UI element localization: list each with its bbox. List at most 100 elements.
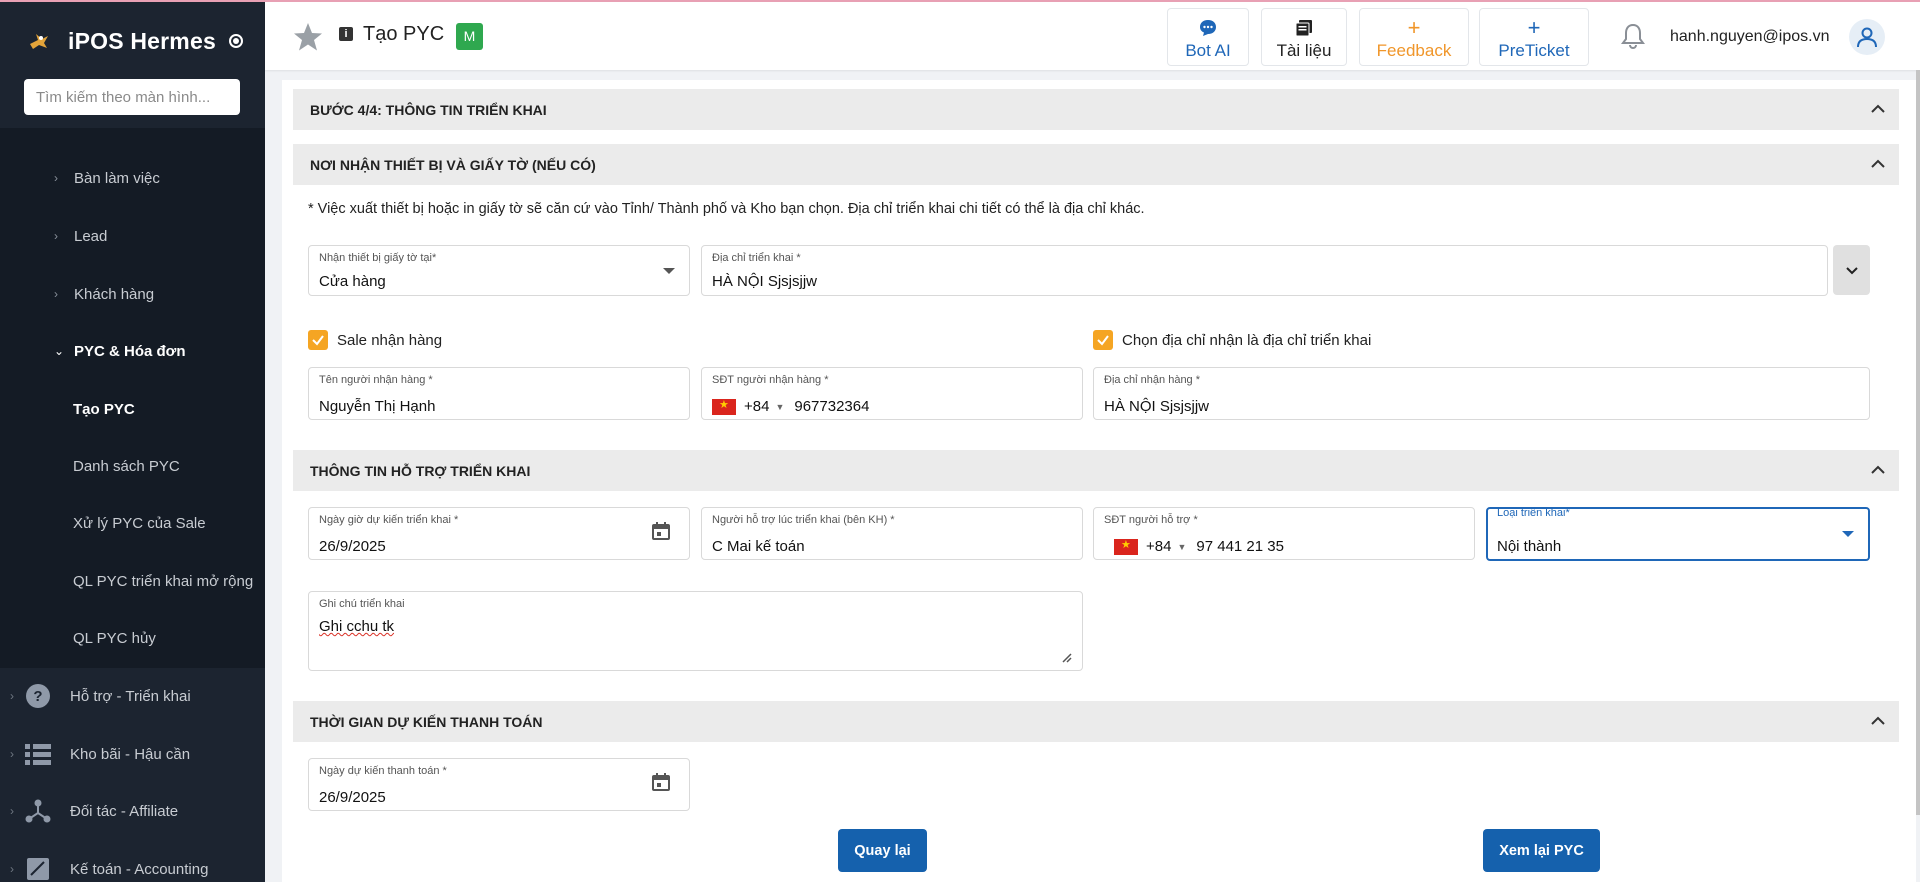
receiver-address-field[interactable]: Địa chỉ nhận hàng * HÀ NỘI Sjsjsjjw	[1093, 367, 1870, 420]
sale-receive-label: Sale nhận hàng	[337, 332, 443, 349]
sidebar-item-ke-toan[interactable]: › Kế toán - Accounting	[0, 849, 265, 882]
field-label: SĐT người hỗ trợ *	[1104, 514, 1198, 526]
feedback-button[interactable]: + Feedback	[1359, 8, 1469, 66]
section-title: THÔNG TIN HỖ TRỢ TRIỂN KHAI	[310, 462, 531, 479]
plus-icon: +	[1527, 15, 1541, 40]
field-value: Cửa hàng	[319, 273, 386, 290]
sidebar-item-label: Khách hàng	[74, 285, 155, 303]
tai-lieu-label: Tài liệu	[1276, 41, 1332, 60]
section-support-header[interactable]: THÔNG TIN HỖ TRỢ TRIỂN KHAI	[293, 450, 1899, 491]
scrollbar[interactable]	[1916, 70, 1920, 815]
support-phone-field[interactable]: SĐT người hỗ trợ * +84 ▼ 97 441 21 35	[1093, 507, 1475, 560]
sidebar-item-ho-tro[interactable]: › ? Hỗ trợ - Triển khai	[0, 676, 265, 716]
field-label: Ngày dự kiến thanh toán *	[319, 765, 447, 777]
resize-handle-icon[interactable]	[1060, 650, 1072, 663]
section-step-header[interactable]: BƯỚC 4/4: THÔNG TIN TRIỂN KHAI	[293, 89, 1899, 130]
sidebar-item-doi-tac[interactable]: › Đối tác - Affiliate	[0, 791, 265, 831]
field-label: Ghi chú triển khai	[319, 598, 405, 610]
deploy-date-field[interactable]: Ngày giờ dự kiến triển khai * 26/9/2025	[308, 507, 690, 560]
field-value: 97 441 21 35	[1196, 538, 1284, 555]
receiver-phone-field[interactable]: SĐT người nhận hàng * +84 ▼ 967732364	[701, 367, 1083, 420]
sidebar-item-pyc-hoa-don[interactable]: ⌄ PYC & Hóa đơn	[0, 331, 265, 371]
sidebar-item-kho-bai[interactable]: › Kho bãi - Hậu cần	[0, 734, 265, 774]
brand[interactable]: iPOS Hermes	[0, 0, 265, 80]
info-icon[interactable]: i	[339, 27, 353, 41]
sidebar-item-label: Kế toán - Accounting	[70, 860, 209, 878]
field-label: Nhận thiết bị giấy tờ tại*	[319, 252, 437, 264]
payment-date-field[interactable]: Ngày dự kiến thanh toán * 26/9/2025	[308, 758, 690, 811]
chevron-up-icon[interactable]	[1870, 713, 1886, 729]
sidebar-search-input[interactable]	[24, 79, 240, 115]
section-receive-header[interactable]: NƠI NHẬN THIẾT BỊ VÀ GIẤY TỜ (NẾU CÓ)	[293, 144, 1899, 185]
sidebar-item-label: Danh sách PYC	[73, 457, 180, 475]
sidebar-item-lead[interactable]: › Lead	[0, 216, 265, 256]
receive-at-select[interactable]: Nhận thiết bị giấy tờ tại* Cửa hàng	[308, 245, 690, 296]
sale-receive-checkbox[interactable]	[308, 330, 328, 350]
chevron-up-icon[interactable]	[1870, 462, 1886, 478]
field-label: Loại triển khai*	[1497, 507, 1570, 519]
sidebar-item-label: Bàn làm việc	[74, 169, 160, 187]
vietnam-flag-icon[interactable]	[712, 398, 736, 415]
deploy-address-field[interactable]: Địa chỉ triển khai * HÀ NỘI Sjsjsjjw	[701, 245, 1828, 296]
phone-input[interactable]: +84 ▼ 967732364	[712, 398, 869, 415]
sidebar-item-khach-hang[interactable]: › Khách hàng	[0, 274, 265, 314]
brand-name: iPOS Hermes	[68, 27, 216, 54]
vietnam-flag-icon[interactable]	[1114, 538, 1138, 555]
phone-input[interactable]: +84 ▼ 97 441 21 35	[1114, 538, 1284, 555]
favorite-star-icon[interactable]	[293, 22, 323, 52]
section-payment-header[interactable]: THỜI GIAN DỰ KIẾN THANH TOÁN	[293, 701, 1899, 742]
sidebar-item-ban-lam-viec[interactable]: › Bàn làm việc	[0, 158, 265, 198]
field-label: Người hỗ trợ lúc triển khai (bên KH) *	[712, 514, 895, 526]
sidebar-item-tao-pyc[interactable]: Tạo PYC	[0, 389, 265, 429]
sidebar-item-danh-sach-pyc[interactable]: Danh sách PYC	[0, 446, 265, 486]
svg-text:?: ?	[33, 688, 42, 705]
deploy-note-textarea[interactable]: Ghi chú triển khai Ghi cchu tk	[308, 591, 1083, 671]
page-title: Tạo PYC	[363, 23, 445, 45]
caret-down-icon	[1842, 531, 1854, 537]
receiver-name-field[interactable]: Tên người nhận hàng * Nguyễn Thị Hạnh	[308, 367, 690, 420]
expand-address-button[interactable]	[1833, 245, 1870, 295]
calendar-icon[interactable]	[651, 521, 671, 541]
preticket-button[interactable]: + PreTicket	[1479, 8, 1589, 66]
help-circle-icon: ?	[24, 682, 52, 710]
field-value: 26/9/2025	[319, 789, 386, 806]
avatar[interactable]	[1849, 19, 1885, 55]
accounting-icon	[24, 855, 52, 882]
chevron-up-icon[interactable]	[1870, 156, 1886, 172]
country-code: +84	[744, 398, 770, 415]
deployment-note: * Việc xuất thiết bị hoặc in giấy tờ sẽ …	[308, 201, 1145, 217]
tai-lieu-button[interactable]: Tài liệu	[1261, 8, 1347, 66]
bell-icon[interactable]	[1620, 22, 1646, 50]
chevron-up-icon[interactable]	[1870, 101, 1886, 117]
sidebar-item-label: Hỗ trợ - Triển khai	[70, 687, 191, 705]
sidebar-item-label: Xử lý PYC của Sale	[73, 514, 206, 532]
sidebar-item-ql-pyc-mo-rong[interactable]: QL PYC triển khai mở rộng	[0, 561, 265, 601]
chevron-right-icon: ›	[10, 747, 14, 761]
deploy-type-select[interactable]: Loại triển khai* Nội thành	[1486, 507, 1870, 561]
country-code: +84	[1146, 538, 1172, 555]
chevron-right-icon: ›	[10, 689, 14, 703]
calendar-icon[interactable]	[651, 772, 671, 792]
back-button[interactable]: Quay lại	[838, 829, 927, 872]
document-icon	[1262, 19, 1346, 37]
field-value: Ghi cchu tk	[319, 618, 395, 635]
sidebar-item-ql-pyc-huy[interactable]: QL PYC hủy	[0, 618, 265, 658]
review-pyc-button[interactable]: Xem lại PYC	[1483, 829, 1600, 872]
field-value: Nguyễn Thị Hạnh	[319, 398, 436, 415]
feedback-label: Feedback	[1376, 41, 1452, 60]
field-value: C Mai kế toán	[712, 538, 805, 555]
section-title: THỜI GIAN DỰ KIẾN THANH TOÁN	[310, 713, 543, 730]
section-title: NƠI NHẬN THIẾT BỊ VÀ GIẤY TỜ (NẾU CÓ)	[310, 156, 596, 173]
bot-ai-button[interactable]: Bot AI	[1167, 8, 1249, 66]
chevron-right-icon: ›	[10, 804, 14, 818]
caret-down-icon[interactable]: ▼	[775, 402, 784, 412]
support-person-field[interactable]: Người hỗ trợ lúc triển khai (bên KH) * C…	[701, 507, 1083, 560]
radio-icon[interactable]	[228, 34, 243, 48]
sidebar-item-xu-ly-pyc[interactable]: Xử lý PYC của Sale	[0, 503, 265, 543]
use-deploy-address-checkbox[interactable]	[1093, 330, 1113, 350]
sidebar-item-label: QL PYC triển khai mở rộng	[73, 572, 254, 590]
main-panel: BƯỚC 4/4: THÔNG TIN TRIỂN KHAI NƠI NHẬN …	[282, 80, 1916, 882]
field-label: Địa chỉ triển khai *	[712, 252, 801, 264]
use-deploy-address-label: Chọn địa chỉ nhận là địa chỉ triển khai	[1122, 332, 1372, 349]
caret-down-icon[interactable]: ▼	[1177, 542, 1186, 552]
